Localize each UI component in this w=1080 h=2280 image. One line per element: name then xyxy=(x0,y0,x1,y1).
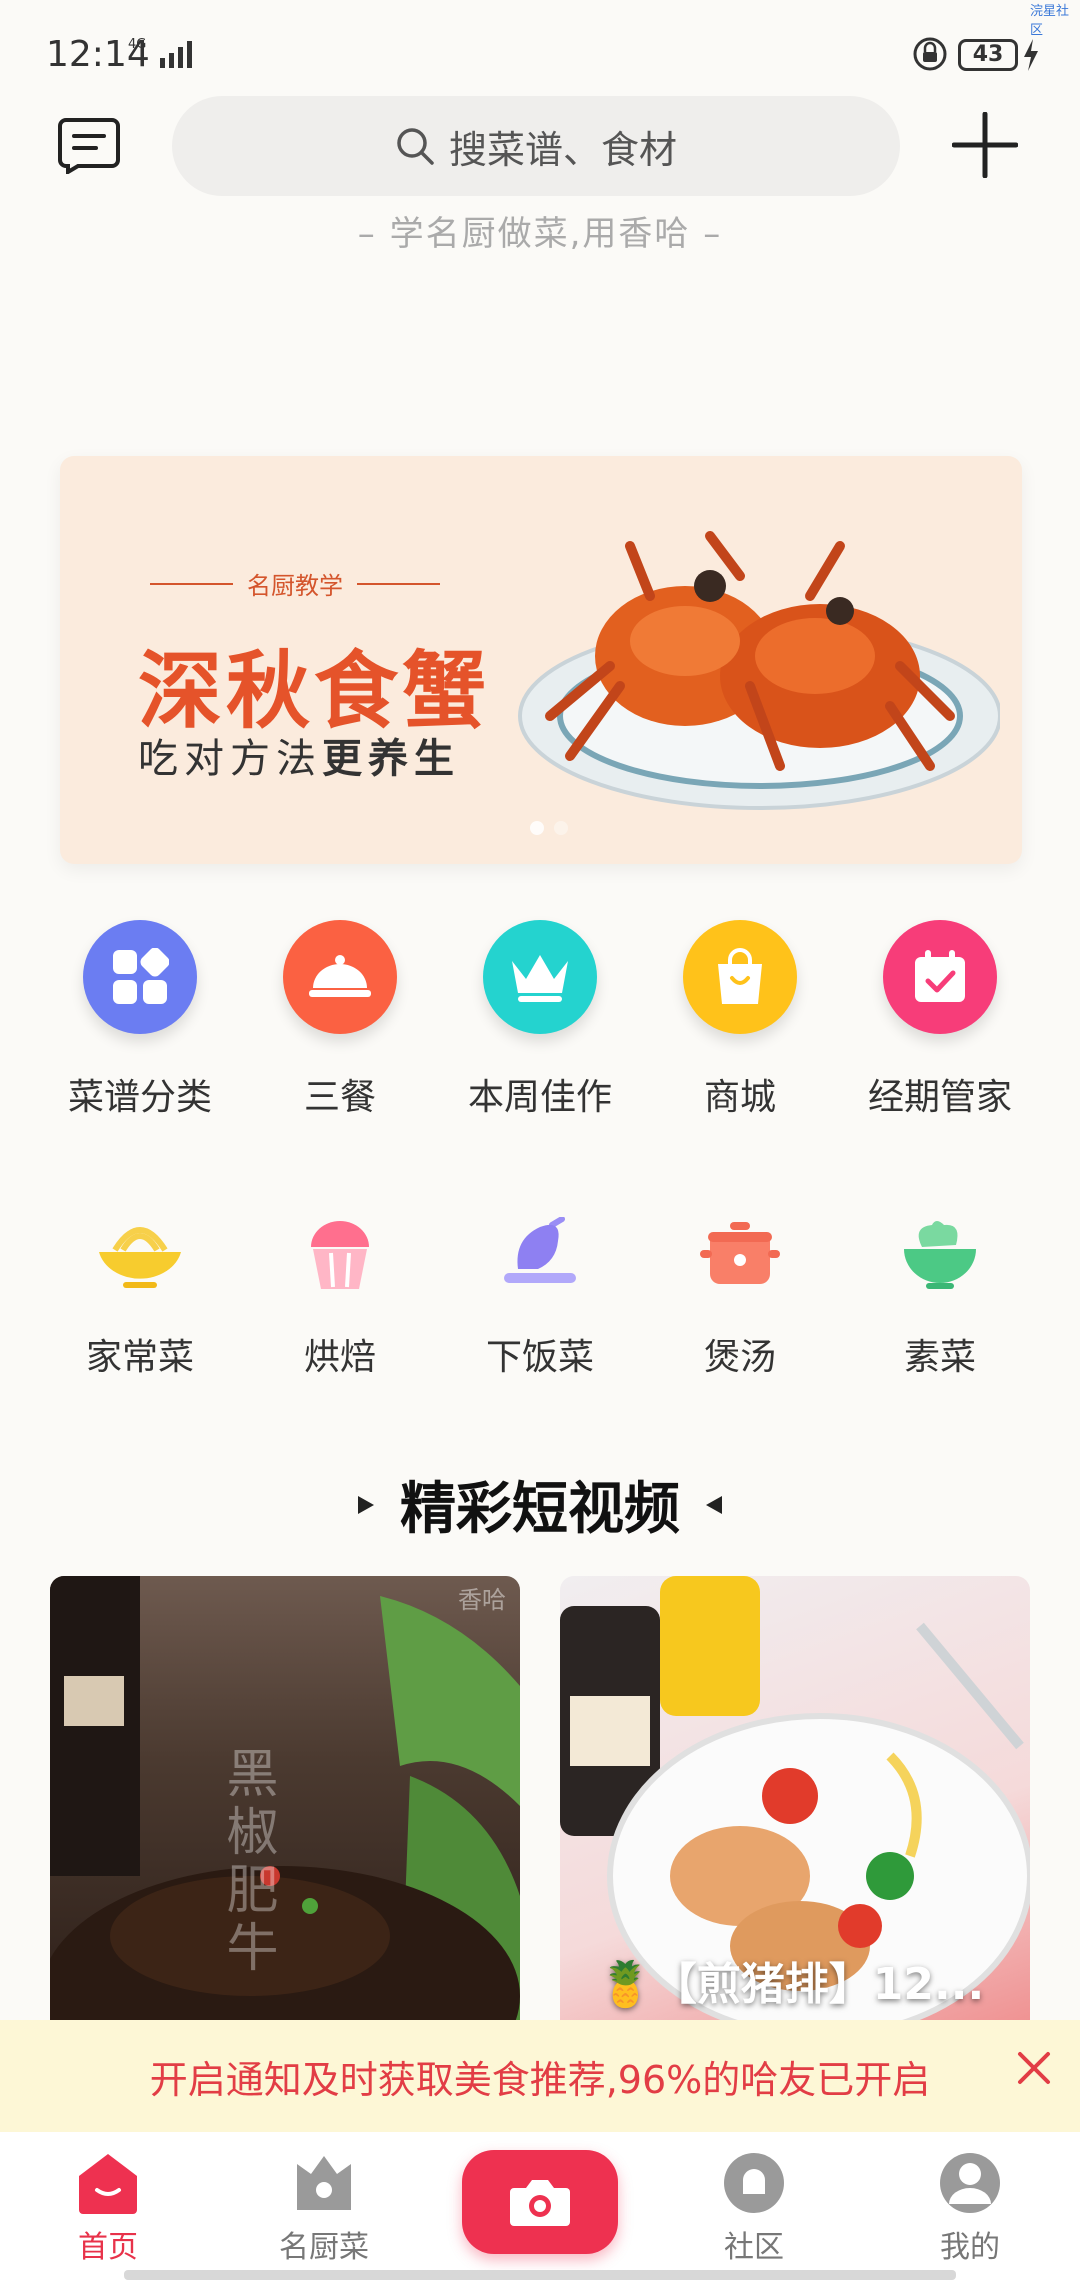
entry-soup[interactable]: 煲汤 xyxy=(640,1210,840,1380)
add-icon[interactable] xyxy=(952,112,1018,178)
tab-label: 我的 xyxy=(940,2230,1000,2265)
tab-mine[interactable]: 我的 xyxy=(900,2150,1040,2266)
cupcake-icon xyxy=(285,1210,395,1300)
notification-prompt[interactable]: 开启通知及时获取美食推荐,96%的哈友已开启 xyxy=(0,2020,1080,2132)
video-thumbnail xyxy=(50,1576,520,2036)
entry-label: 经期管家 xyxy=(867,1077,1012,1118)
video-watermark: 香哈 xyxy=(458,1586,506,1614)
search-placeholder: 搜菜谱、食材 xyxy=(448,127,677,172)
slogan: – 学名厨做菜,用香哈 – xyxy=(357,214,723,254)
noodle-bowl-icon xyxy=(85,1210,195,1300)
video-overlay-text: 黑椒肥牛 xyxy=(217,1746,277,1978)
entry-label: 煲汤 xyxy=(703,1337,776,1378)
banner-tagline: 名厨教学 xyxy=(150,566,440,601)
video-card[interactable]: 香哈 黑椒肥牛 xyxy=(50,1576,520,2036)
quick-entry-row-1: 菜谱分类 三餐 本周佳作 商城 经期管家 xyxy=(40,920,1040,1120)
calendar-check-icon xyxy=(883,920,997,1034)
profile-icon xyxy=(940,2153,1000,2213)
entry-label: 本周佳作 xyxy=(467,1077,612,1118)
entry-label: 商城 xyxy=(703,1077,776,1118)
chef-hat-icon xyxy=(297,2156,351,2210)
network-type: 4G xyxy=(128,37,147,52)
triangle-right-icon xyxy=(358,1495,374,1514)
gesture-bar xyxy=(124,2270,956,2280)
video-caption: 🍍【煎猪排】12... xyxy=(598,1959,985,2010)
roast-chicken-icon xyxy=(485,1210,595,1300)
entry-label: 烘焙 xyxy=(303,1337,376,1378)
battery-indicator: 43 xyxy=(958,39,1018,71)
promo-banner[interactable]: 名厨教学 深秋食蟹 吃对方法更养生 xyxy=(60,456,1022,864)
banner-subtitle-bold: 更养生 xyxy=(322,736,460,782)
video-card[interactable]: 🍍【煎猪排】12... xyxy=(560,1576,1030,2036)
banner-subtitle-plain: 吃对方法 xyxy=(138,736,322,782)
entry-label: 下饭菜 xyxy=(485,1337,594,1378)
search-bar[interactable]: 搜菜谱、食材 xyxy=(172,96,900,196)
message-icon[interactable] xyxy=(58,116,120,174)
triangle-left-icon xyxy=(706,1495,722,1514)
banner-subtitle: 吃对方法更养生 xyxy=(138,726,460,784)
banner-pager xyxy=(530,821,568,835)
salad-bowl-icon xyxy=(885,1210,995,1300)
soup-pot-icon xyxy=(685,1210,795,1300)
entry-mall[interactable]: 商城 xyxy=(640,920,840,1120)
entry-label: 三餐 xyxy=(303,1077,376,1118)
notification-text: 开启通知及时获取美食推荐,96%的哈友已开启 xyxy=(149,2057,931,2102)
charging-icon xyxy=(1024,39,1038,71)
cloche-icon xyxy=(283,920,397,1034)
camera-button[interactable] xyxy=(462,2150,618,2254)
status-bar: 12:14 4G 43 浣星社区 xyxy=(0,0,1080,92)
tab-community[interactable]: 社区 xyxy=(684,2150,824,2266)
community-icon xyxy=(724,2153,784,2213)
entry-rice-dishes[interactable]: 下饭菜 xyxy=(440,1210,640,1380)
bottom-tab-bar: 首页 名厨菜 社区 我的 xyxy=(0,2132,1080,2280)
home-icon xyxy=(79,2154,137,2214)
battery-level: 43 xyxy=(972,42,1004,67)
entry-recipe-category[interactable]: 菜谱分类 xyxy=(40,920,240,1120)
tab-label: 社区 xyxy=(724,2230,784,2265)
shopping-bag-icon xyxy=(683,920,797,1034)
entry-period-manager[interactable]: 经期管家 xyxy=(840,920,1040,1120)
entry-baking[interactable]: 烘焙 xyxy=(240,1210,440,1380)
grid-icon xyxy=(83,920,197,1034)
search-icon xyxy=(397,128,434,165)
tab-chef-dishes[interactable]: 名厨菜 xyxy=(254,2150,394,2266)
camera-icon xyxy=(510,2180,570,2226)
crab-plate-image xyxy=(518,531,1000,810)
entry-label: 菜谱分类 xyxy=(67,1077,212,1118)
short-video-section-header: 精彩短视频 xyxy=(0,1464,1080,1545)
entry-vegetarian[interactable]: 素菜 xyxy=(840,1210,1040,1380)
close-icon[interactable] xyxy=(1016,2050,1052,2086)
crown-icon xyxy=(483,920,597,1034)
tab-label: 名厨菜 xyxy=(279,2230,369,2265)
corner-tag: 浣星社区 xyxy=(1030,4,1070,38)
entry-home-cooking[interactable]: 家常菜 xyxy=(40,1210,240,1380)
entry-label: 素菜 xyxy=(903,1337,976,1378)
quick-entry-row-2: 家常菜 烘焙 下饭菜 煲汤 素菜 xyxy=(40,1210,1040,1380)
rotation-lock-icon xyxy=(913,37,947,71)
section-title: 精彩短视频 xyxy=(400,1477,680,1542)
entry-weekly-best[interactable]: 本周佳作 xyxy=(440,920,640,1120)
banner-tagline-text: 名厨教学 xyxy=(247,572,343,600)
tab-home[interactable]: 首页 xyxy=(38,2150,178,2266)
signal-icon xyxy=(160,41,192,68)
entry-label: 家常菜 xyxy=(85,1337,194,1378)
tab-label: 首页 xyxy=(78,2230,138,2265)
entry-three-meals[interactable]: 三餐 xyxy=(240,920,440,1120)
